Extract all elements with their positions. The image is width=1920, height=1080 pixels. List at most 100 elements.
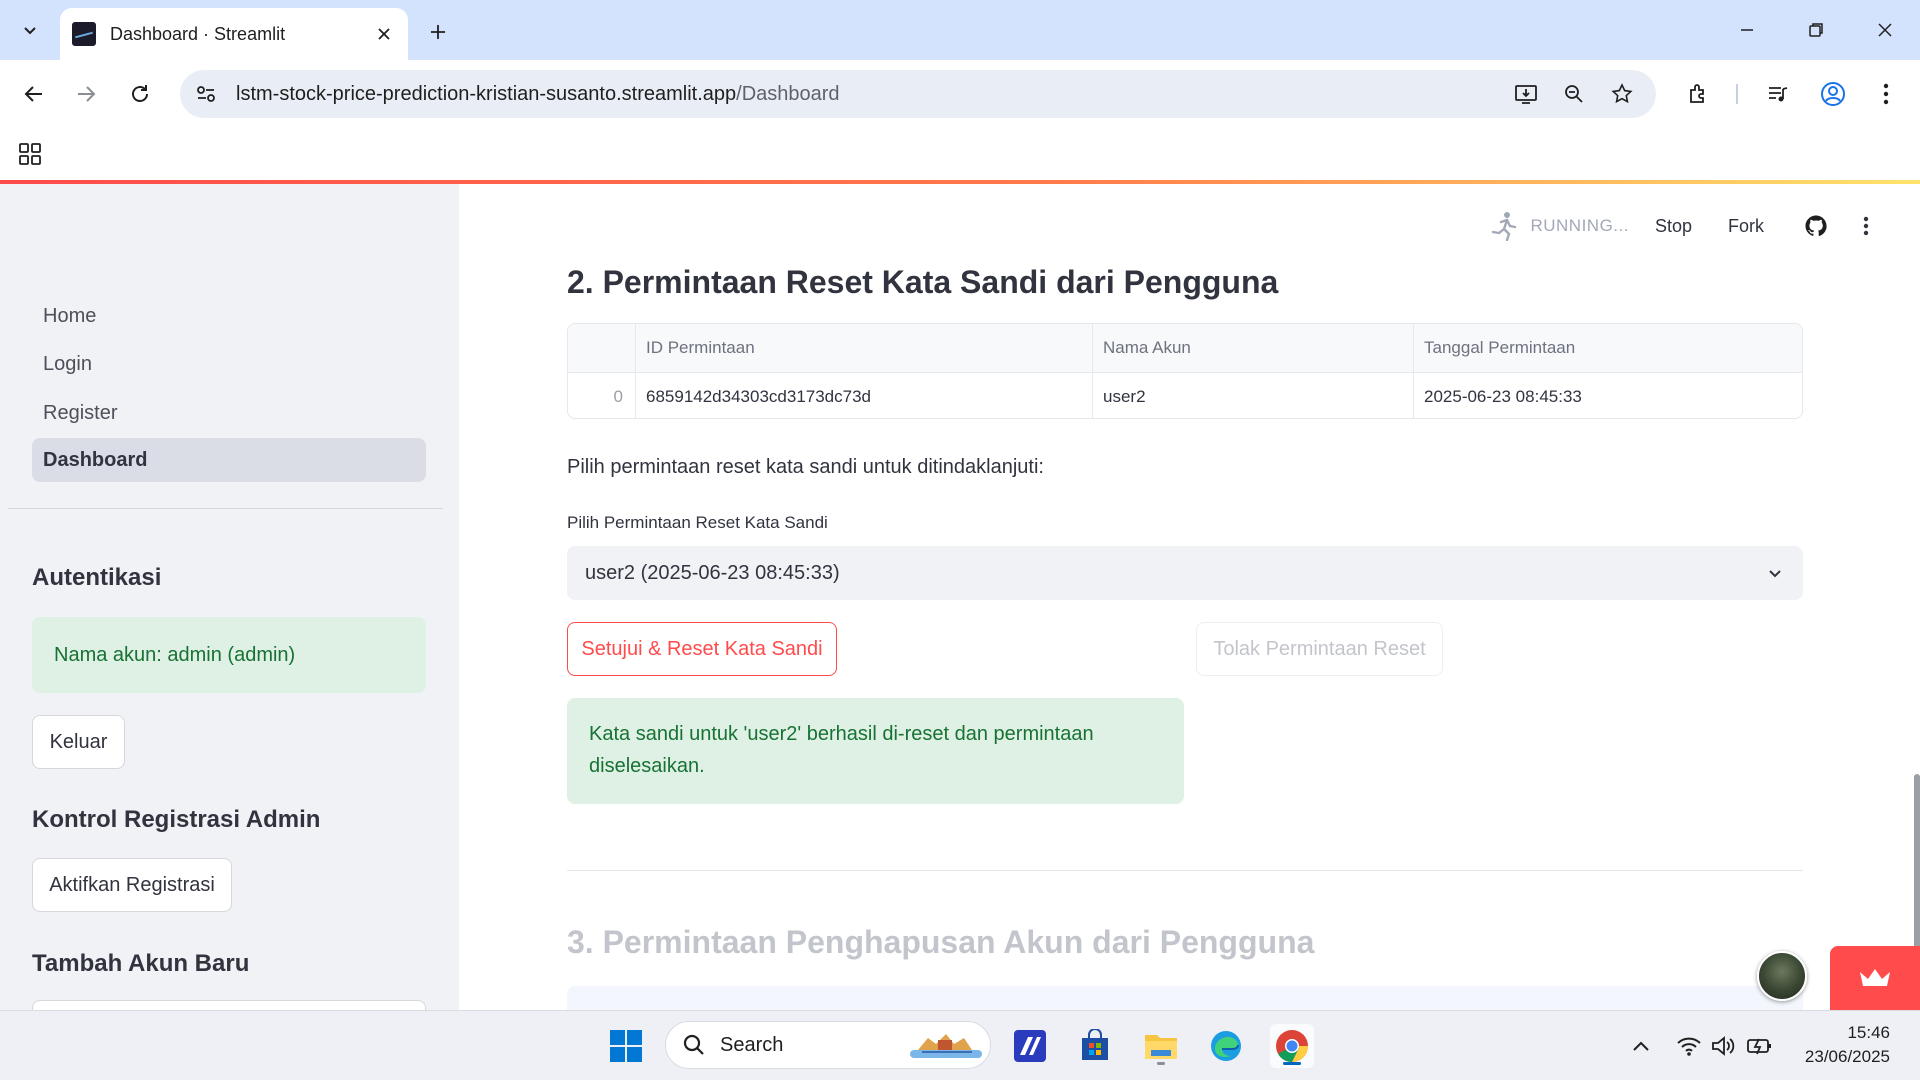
- table-cell[interactable]: 2025-06-23 08:45:33: [1414, 373, 1802, 418]
- floating-avatar[interactable]: [1757, 951, 1807, 1001]
- section-3-title: 3. Permintaan Penghapusan Akun dari Peng…: [567, 924, 1315, 960]
- stop-button[interactable]: Stop: [1655, 216, 1692, 237]
- minimize-icon: [1741, 29, 1753, 31]
- clock-date: 23/06/2025: [1804, 1047, 1890, 1066]
- browser-tab[interactable]: Dashboard · Streamlit: [60, 8, 408, 60]
- tab-search-button[interactable]: [10, 12, 50, 48]
- sidebar-divider: [8, 508, 443, 509]
- column-header[interactable]: Tanggal Permintaan: [1414, 324, 1802, 372]
- extensions-icon[interactable]: [1679, 74, 1719, 114]
- battery-icon[interactable]: [1746, 1032, 1774, 1060]
- arrow-right-icon: [78, 86, 96, 102]
- app-menu-icon[interactable]: [1850, 210, 1882, 242]
- index-header: [568, 324, 636, 372]
- taskbar-app-edge[interactable]: [1204, 1024, 1248, 1068]
- arrow-left-icon: [24, 86, 42, 102]
- bookmarks-bar: [0, 128, 1920, 180]
- app-header: RUNNING... Stop Fork: [1490, 206, 1920, 246]
- profile-icon[interactable]: [1813, 74, 1853, 114]
- reset-requests-table[interactable]: ID Permintaan Nama Akun Tanggal Perminta…: [567, 323, 1803, 419]
- select-prompt-text: Pilih permintaan reset kata sandi untuk …: [567, 456, 1044, 478]
- sidebar: Home Login Register Dashboard Autentikas…: [0, 184, 459, 1010]
- apps-grid-icon[interactable]: [14, 138, 46, 170]
- windows-logo-icon: [610, 1030, 642, 1062]
- restore-button[interactable]: [1791, 10, 1841, 50]
- table-cell[interactable]: 6859142d34303cd3173dc73d: [636, 373, 1093, 418]
- forward-button[interactable]: [66, 74, 106, 114]
- running-indicator: [1157, 1062, 1165, 1065]
- sidebar-item-dashboard[interactable]: Dashboard: [32, 438, 426, 482]
- fork-button[interactable]: Fork: [1728, 216, 1764, 237]
- start-button[interactable]: [604, 1024, 648, 1068]
- browser-menu-icon[interactable]: [1866, 74, 1906, 114]
- browser-toolbar: lstm-stock-price-prediction-kristian-sus…: [0, 60, 1920, 128]
- wifi-icon[interactable]: [1675, 1032, 1703, 1060]
- select-value: user2 (2025-06-23 08:45:33): [585, 561, 840, 584]
- crown-icon: [1860, 969, 1890, 986]
- media-control-icon[interactable]: [1758, 74, 1798, 114]
- volume-icon[interactable]: [1709, 1032, 1737, 1060]
- section-divider: [567, 870, 1803, 871]
- reject-reset-button[interactable]: Tolak Permintaan Reset: [1196, 622, 1443, 676]
- taskbar-search[interactable]: Search: [665, 1021, 991, 1069]
- zoom-icon[interactable]: [1554, 74, 1594, 114]
- address-bar[interactable]: lstm-stock-price-prediction-kristian-sus…: [180, 70, 1656, 118]
- chevron-down-icon: [1763, 561, 1787, 585]
- sidebar-item-register[interactable]: Register: [32, 391, 426, 435]
- chevron-up-icon[interactable]: [1627, 1032, 1655, 1060]
- folder-icon: [1145, 1035, 1177, 1059]
- tab-close-button[interactable]: [372, 22, 396, 46]
- logout-button[interactable]: Keluar: [32, 715, 125, 769]
- minimize-button[interactable]: [1722, 10, 1772, 50]
- row-index: 0: [568, 373, 636, 418]
- approve-reset-button[interactable]: Setujui & Reset Kata Sandi: [567, 622, 837, 676]
- select-label: Pilih Permintaan Reset Kata Sandi: [567, 513, 828, 532]
- url-text: lstm-stock-price-prediction-kristian-sus…: [236, 82, 840, 105]
- search-highlight-art-icon: [910, 1034, 982, 1058]
- running-status: RUNNING...: [1490, 211, 1629, 241]
- windows-taskbar: Search 15:46 23/06/2025: [0, 1010, 1920, 1080]
- taskbar-clock[interactable]: 15:46 23/06/2025: [1805, 1021, 1890, 1069]
- deletion-requests-table-top: [567, 986, 1803, 1010]
- github-icon[interactable]: [1800, 210, 1832, 242]
- running-indicator: [1283, 1062, 1301, 1065]
- close-icon: [1878, 23, 1892, 37]
- streamlit-crown-badge[interactable]: [1830, 946, 1920, 1010]
- reset-success-alert: Kata sandi untuk 'user2' berhasil di-res…: [567, 698, 1184, 804]
- add-account-form-top: [32, 1000, 426, 1010]
- clock-time: 15:46: [1847, 1023, 1890, 1042]
- taskbar-app-copilot[interactable]: [1008, 1024, 1052, 1068]
- bookmark-star-icon[interactable]: [1602, 74, 1642, 114]
- install-app-icon[interactable]: [1506, 74, 1546, 114]
- close-icon: [378, 28, 390, 40]
- reset-request-select[interactable]: user2 (2025-06-23 08:45:33): [567, 546, 1803, 600]
- table-row[interactable]: 0 6859142d34303cd3173dc73d user2 2025-06…: [568, 372, 1802, 418]
- main-content: RUNNING... Stop Fork 2. Permintaan Reset…: [459, 184, 1920, 1010]
- enable-registration-button[interactable]: Aktifkan Registrasi: [32, 858, 232, 912]
- column-header[interactable]: ID Permintaan: [636, 324, 1093, 372]
- table-cell[interactable]: user2: [1093, 373, 1414, 418]
- new-tab-button[interactable]: [420, 14, 456, 50]
- toolbar-divider: [1736, 84, 1738, 104]
- taskbar-app-file-explorer[interactable]: [1139, 1024, 1183, 1068]
- browser-tab-bar: Dashboard · Streamlit: [0, 0, 1920, 60]
- registration-control-heading: Kontrol Registrasi Admin: [32, 806, 321, 833]
- edge-icon: [1211, 1031, 1241, 1061]
- table-header-row: ID Permintaan Nama Akun Tanggal Perminta…: [568, 324, 1802, 372]
- auth-heading: Autentikasi: [32, 564, 162, 591]
- chevron-down-icon: [24, 27, 36, 35]
- taskbar-app-store[interactable]: [1073, 1024, 1117, 1068]
- site-info-icon[interactable]: [184, 72, 228, 116]
- account-info-alert: Nama akun: admin (admin): [32, 617, 426, 693]
- reload-button[interactable]: [120, 74, 160, 114]
- sidebar-item-home[interactable]: Home: [32, 294, 426, 338]
- reload-icon: [132, 85, 148, 102]
- section-2-title: 2. Permintaan Reset Kata Sandi dari Peng…: [567, 264, 1279, 300]
- column-header[interactable]: Nama Akun: [1093, 324, 1414, 372]
- plus-icon: [431, 25, 445, 39]
- back-button[interactable]: [14, 74, 54, 114]
- sidebar-item-login[interactable]: Login: [32, 342, 426, 386]
- close-window-button[interactable]: [1860, 10, 1910, 50]
- taskbar-app-chrome[interactable]: [1270, 1024, 1314, 1068]
- tab-title: Dashboard · Streamlit: [110, 23, 286, 44]
